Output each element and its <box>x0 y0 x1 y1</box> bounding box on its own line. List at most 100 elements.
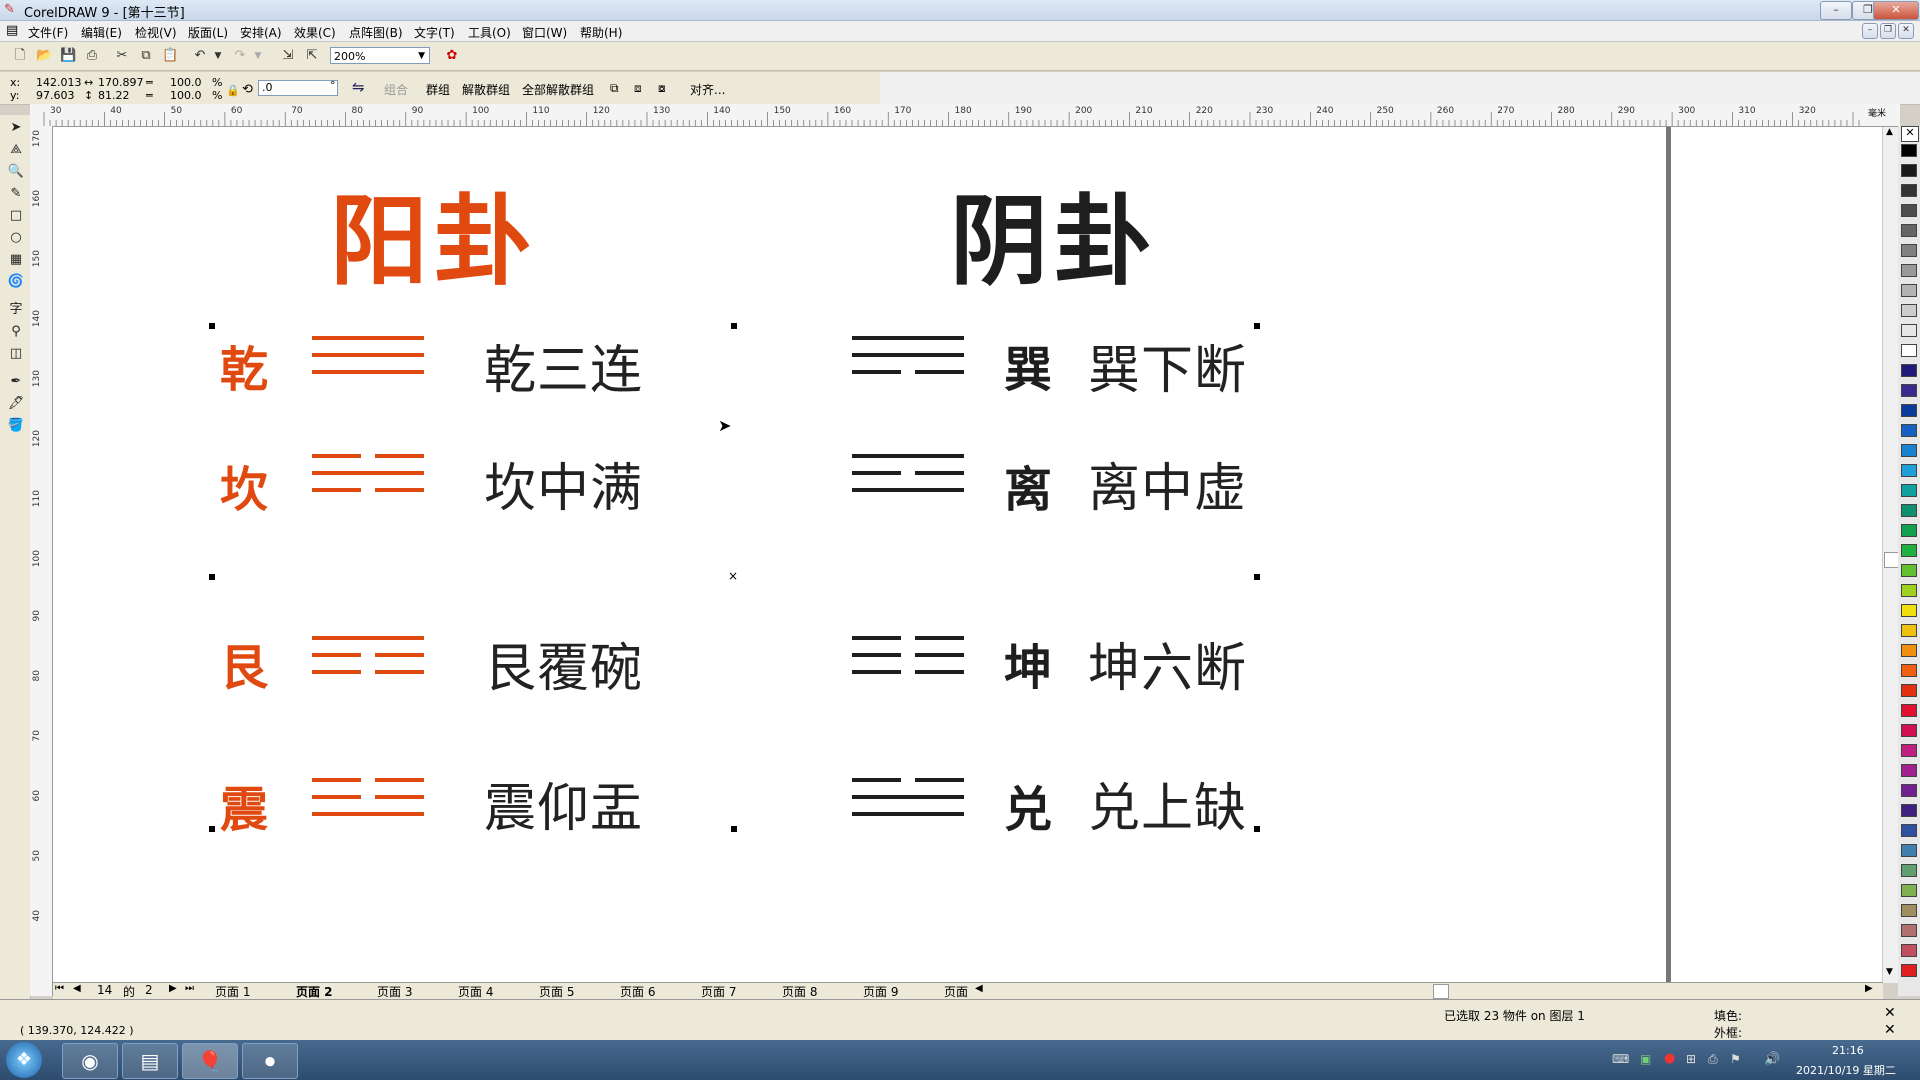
yin-line[interactable] <box>852 670 901 674</box>
color-swatch[interactable] <box>1901 244 1917 257</box>
rotation-center-icon[interactable]: × <box>728 569 738 583</box>
yang-verse-0[interactable]: 乾三连 <box>484 328 643 403</box>
page-tab-10[interactable]: 页面 <box>944 983 968 1000</box>
next-page-icon[interactable]: ▶ <box>169 983 177 994</box>
yin-gua-2[interactable]: 坤 <box>1004 628 1052 698</box>
yang-verse-1[interactable]: 坎中满 <box>484 446 643 521</box>
first-page-icon[interactable]: ⏮ <box>55 983 64 994</box>
color-swatch[interactable] <box>1901 184 1917 197</box>
yang-gua-3[interactable]: 震 <box>220 770 268 840</box>
browser-task-icon[interactable]: ◉ <box>62 1043 118 1079</box>
yang-line[interactable] <box>852 454 964 458</box>
color-swatch[interactable] <box>1901 844 1917 857</box>
color-swatch[interactable] <box>1901 784 1917 797</box>
color-swatch[interactable] <box>1901 164 1917 177</box>
scroll-right-icon[interactable]: ▶ <box>1865 983 1873 994</box>
yang-line[interactable] <box>312 370 424 374</box>
yin-line[interactable] <box>852 778 901 782</box>
yang-line[interactable] <box>312 636 424 640</box>
color-swatch[interactable] <box>1901 504 1917 517</box>
yin-line[interactable] <box>375 454 424 458</box>
yin-verse-3[interactable]: 兑上缺 <box>1088 766 1247 841</box>
clock-date[interactable]: 2021/10/19 星期二 <box>1796 1062 1896 1078</box>
yang-line[interactable] <box>852 812 964 816</box>
yin-line[interactable] <box>375 488 424 492</box>
yin-line[interactable] <box>312 488 361 492</box>
selection-handle-ml[interactable] <box>209 574 215 580</box>
color-swatch[interactable] <box>1901 364 1917 377</box>
color-swatch[interactable] <box>1901 584 1917 597</box>
yang-verse-3[interactable]: 震仰盂 <box>484 766 643 841</box>
last-page-icon[interactable]: ⏭ <box>185 983 194 994</box>
color-swatch[interactable] <box>1901 464 1917 477</box>
yang-line[interactable] <box>852 353 964 357</box>
color-swatch[interactable] <box>1901 944 1917 957</box>
selection-handle-mr[interactable] <box>1254 574 1260 580</box>
color-swatch[interactable] <box>1901 404 1917 417</box>
color-swatch[interactable] <box>1901 864 1917 877</box>
yin-line[interactable] <box>852 370 901 374</box>
yin-line[interactable] <box>915 636 964 640</box>
volume-tray-icon[interactable]: 🔊 <box>1764 1052 1780 1067</box>
selection-handle-br[interactable] <box>1254 826 1260 832</box>
yang-line[interactable] <box>312 336 424 340</box>
record-tray-icon[interactable]: ● <box>1664 1051 1675 1066</box>
color-swatch[interactable] <box>1901 964 1917 977</box>
color-swatch[interactable] <box>1901 544 1917 557</box>
yin-line[interactable] <box>375 795 424 799</box>
page-tab-5[interactable]: 页面 5 <box>539 983 574 1000</box>
scroll-left-icon[interactable]: ◀ <box>975 983 983 994</box>
recorder-task-icon[interactable]: ⏺ <box>242 1043 298 1079</box>
yang-gua-1[interactable]: 坎 <box>220 450 268 520</box>
color-swatch[interactable] <box>1901 444 1917 457</box>
yin-verse-1[interactable]: 离中虚 <box>1088 446 1247 521</box>
color-swatch[interactable] <box>1901 144 1917 157</box>
color-swatch[interactable] <box>1901 424 1917 437</box>
color-swatch[interactable] <box>1901 664 1917 677</box>
color-swatch[interactable] <box>1901 324 1917 337</box>
coreldraw-task-icon[interactable]: 🎈 <box>182 1043 238 1079</box>
yang-line[interactable] <box>312 353 424 357</box>
no-color-swatch[interactable]: ✕ <box>1901 126 1919 142</box>
yin-line[interactable] <box>312 670 361 674</box>
page-tab-4[interactable]: 页面 4 <box>458 983 493 1000</box>
color-swatch[interactable] <box>1901 704 1917 717</box>
yang-line[interactable] <box>852 488 964 492</box>
selection-handle-tm[interactable] <box>731 323 737 329</box>
color-swatch[interactable] <box>1901 904 1917 917</box>
color-swatch[interactable] <box>1901 204 1917 217</box>
start-button[interactable]: ❖ <box>6 1042 42 1078</box>
yang-line[interactable] <box>312 812 424 816</box>
color-swatch[interactable] <box>1901 604 1917 617</box>
yang-line[interactable] <box>312 471 424 475</box>
prev-page-icon[interactable]: ◀ <box>73 983 81 994</box>
yin-line[interactable] <box>915 653 964 657</box>
page-tab-6[interactable]: 页面 6 <box>620 983 655 1000</box>
color-swatch[interactable] <box>1901 764 1917 777</box>
keyboard-tray-icon[interactable]: ⌨ <box>1612 1052 1629 1066</box>
color-swatch[interactable] <box>1901 304 1917 317</box>
yin-line[interactable] <box>312 795 361 799</box>
color-swatch[interactable] <box>1901 804 1917 817</box>
yin-gua-1[interactable]: 离 <box>1004 450 1052 520</box>
yin-gua-0[interactable]: 巽 <box>1004 330 1052 400</box>
selection-handle-bl[interactable] <box>209 826 215 832</box>
color-swatch[interactable] <box>1901 824 1917 837</box>
color-swatch[interactable] <box>1901 884 1917 897</box>
page-tab-2[interactable]: 页面 2 <box>296 983 333 1000</box>
page-tab-7[interactable]: 页面 7 <box>701 983 736 1000</box>
selection-handle-tl[interactable] <box>209 323 215 329</box>
explorer-task-icon[interactable]: ▤ <box>122 1043 178 1079</box>
color-swatch[interactable] <box>1901 344 1917 357</box>
network-tray-icon[interactable]: ⊞ <box>1686 1052 1696 1066</box>
color-swatch[interactable] <box>1901 284 1917 297</box>
current-page-number[interactable]: 14 <box>97 983 112 997</box>
color-swatch[interactable] <box>1901 484 1917 497</box>
yin-line[interactable] <box>915 778 964 782</box>
trigram-drawing[interactable] <box>0 0 1920 1080</box>
clock-time[interactable]: 21:16 <box>1832 1044 1864 1057</box>
yin-gua-3[interactable]: 兑 <box>1004 770 1052 840</box>
horizontal-scroll-thumb[interactable] <box>1433 984 1449 999</box>
color-swatch[interactable] <box>1901 644 1917 657</box>
yang-gua-0[interactable]: 乾 <box>220 330 268 400</box>
